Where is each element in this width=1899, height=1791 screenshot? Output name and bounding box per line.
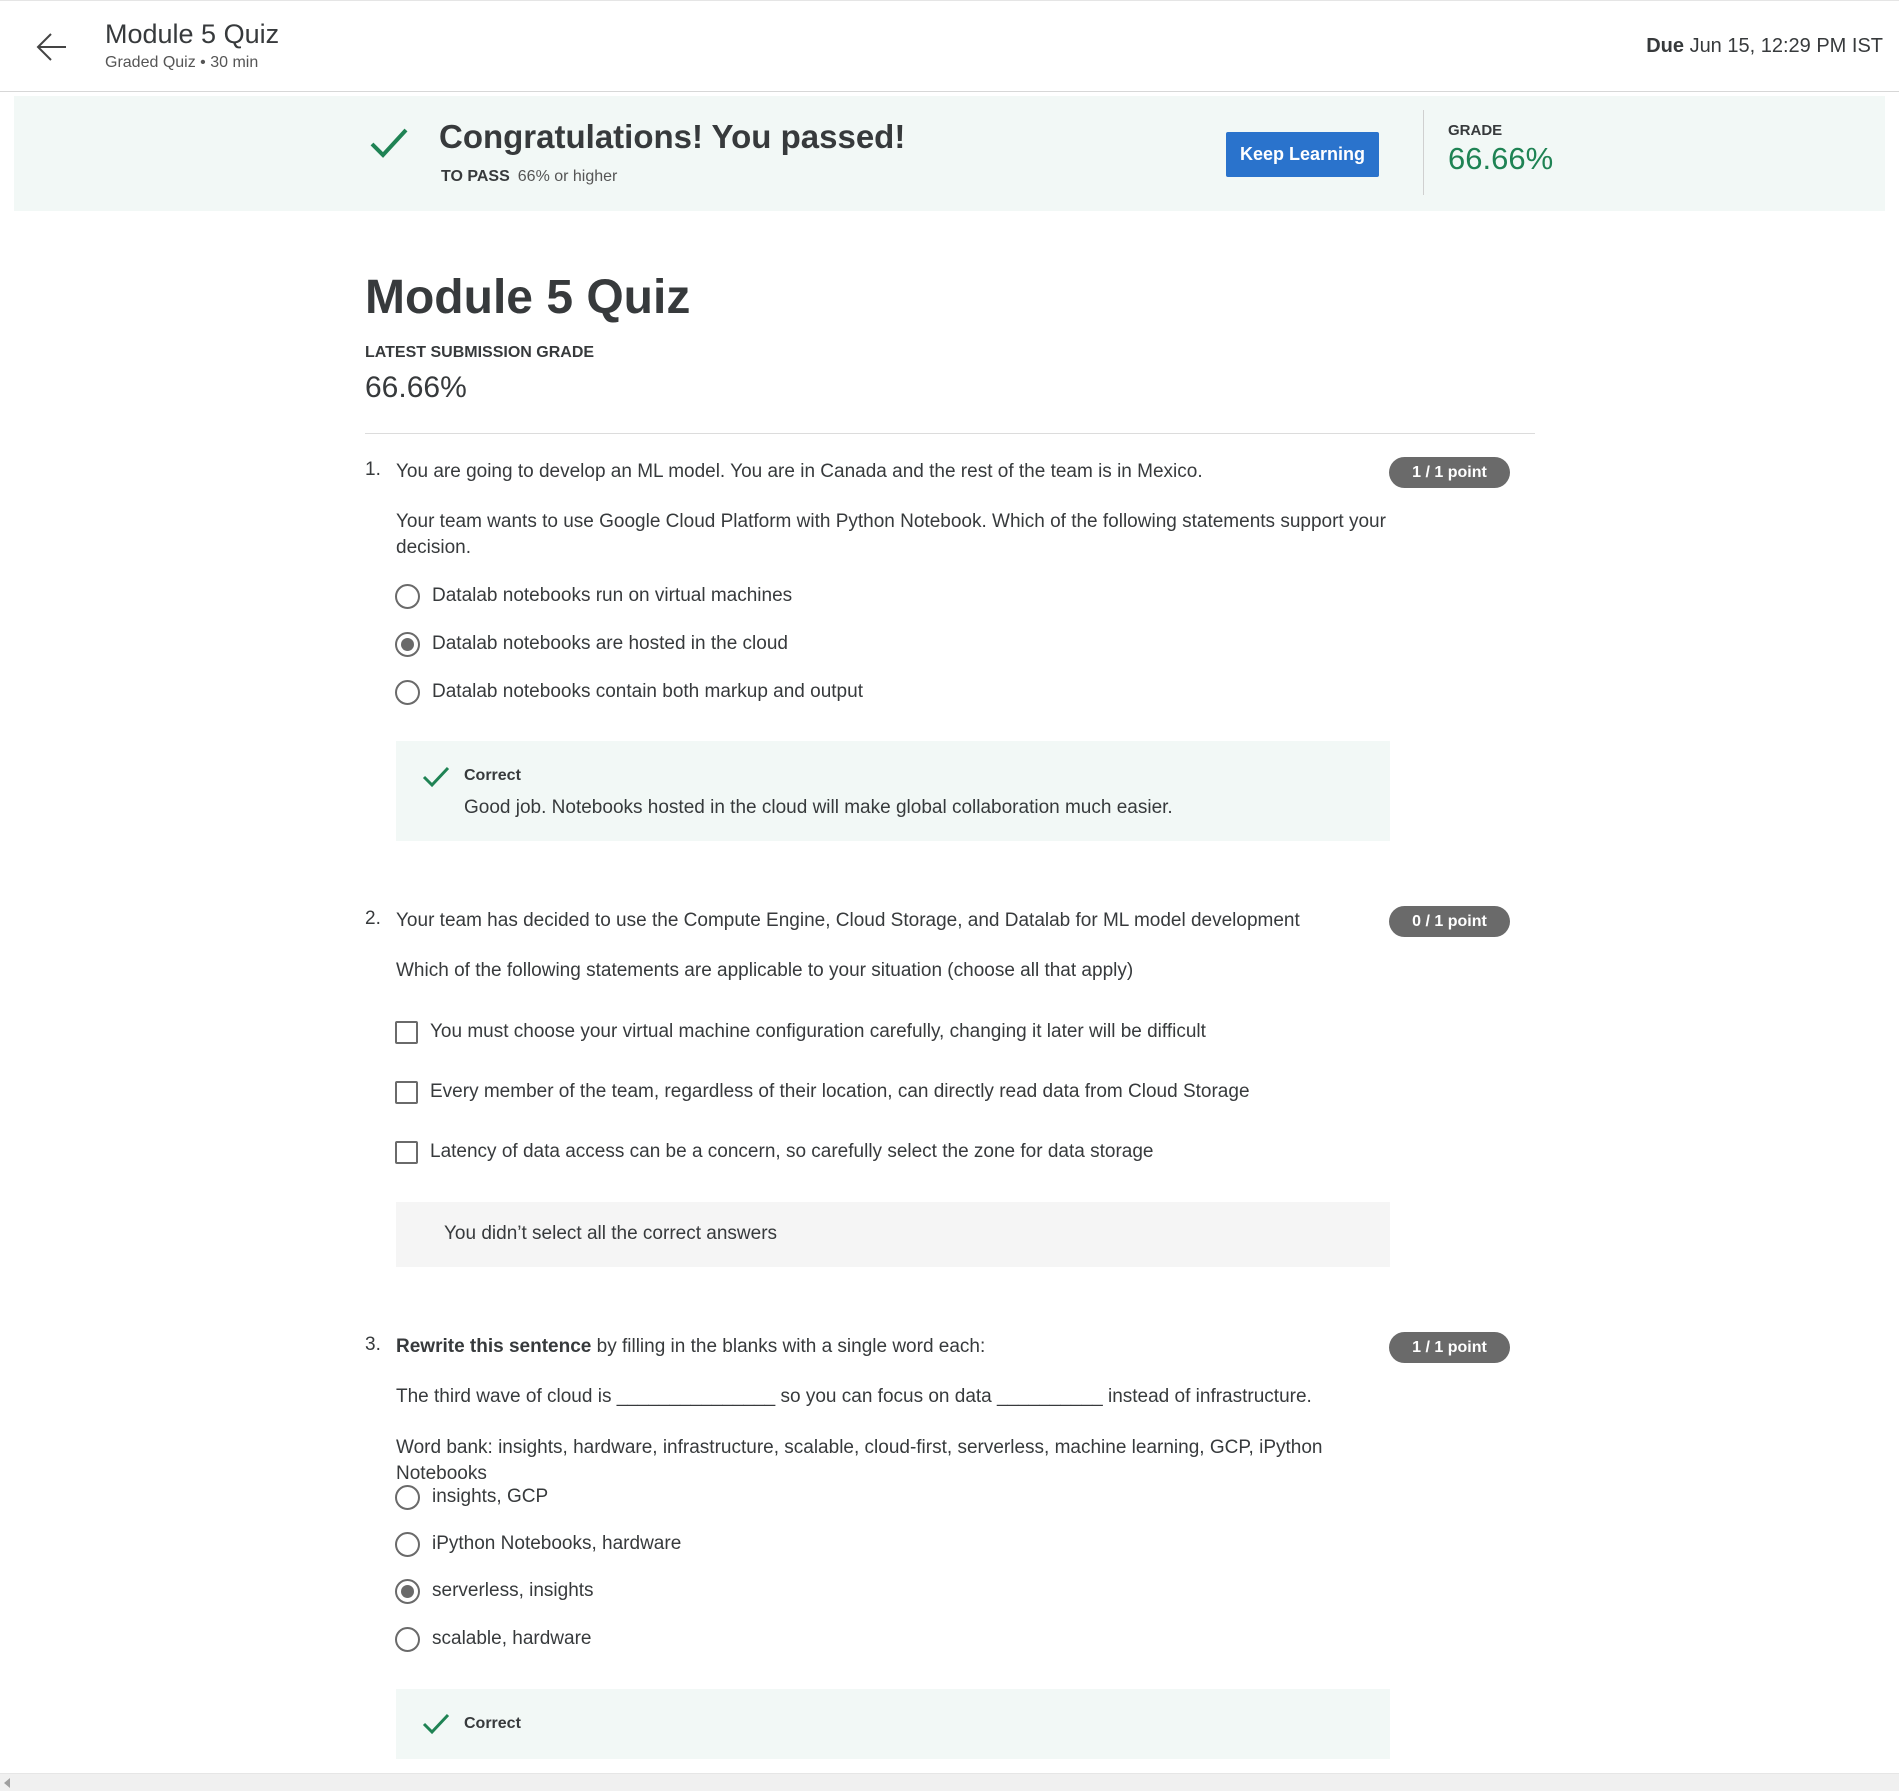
option-label: serverless, insights (432, 1580, 594, 1601)
question-text-rest: by filling in the blanks with a single w… (591, 1336, 986, 1357)
points-badge: 1 / 1 point (1389, 457, 1510, 488)
question-text: You are going to develop an ML model. Yo… (396, 461, 1203, 482)
answer-option[interactable]: Datalab notebooks run on virtual machine… (395, 582, 792, 610)
feedback-text: You didn’t select all the correct answer… (444, 1223, 778, 1244)
radio-button[interactable] (395, 1484, 420, 1510)
checkmark-icon (422, 766, 450, 788)
question-text: Rewrite this sentence by filling in the … (396, 1334, 1386, 1360)
feedback-correct: Correct (396, 1689, 1390, 1759)
keep-learning-button[interactable]: Keep Learning (1226, 132, 1379, 177)
option-label: Latency of data access can be a concern,… (430, 1141, 1154, 1162)
question-sentence: The third wave of cloud is _____________… (396, 1386, 1312, 1407)
due-value: Jun 15, 12:29 PM IST (1689, 35, 1883, 57)
option-label: Datalab notebooks are hosted in the clou… (432, 633, 788, 654)
question-number: 3. (365, 1334, 381, 1355)
feedback-text: Good job. Notebooks hosted in the cloud … (464, 797, 1173, 818)
option-label: insights, GCP (432, 1486, 549, 1507)
answer-option[interactable]: iPython Notebooks, hardware (395, 1530, 681, 1558)
horizontal-scrollbar[interactable] (0, 1773, 1899, 1791)
answer-option[interactable]: You must choose your virtual machine con… (395, 1018, 1206, 1046)
latest-grade-value: 66.66% (365, 371, 467, 404)
radio-button-selected[interactable] (395, 1578, 420, 1604)
top-bar: Module 5 Quiz Graded Quiz • 30 min Due J… (0, 0, 1899, 92)
option-label: iPython Notebooks, hardware (432, 1533, 682, 1554)
answer-option[interactable]: Datalab notebooks are hosted in the clou… (395, 630, 788, 658)
checkmark-icon (422, 1713, 450, 1735)
quiz-subtitle: Graded Quiz • 30 min (105, 54, 259, 71)
answer-option[interactable]: scalable, hardware (395, 1625, 591, 1653)
answer-option[interactable]: Latency of data access can be a concern,… (395, 1138, 1153, 1166)
checkmark-icon (370, 128, 408, 158)
option-label: Datalab notebooks run on virtual machine… (432, 585, 793, 606)
feedback-status: Correct (464, 1715, 521, 1732)
radio-button[interactable] (395, 1531, 420, 1557)
option-label: You must choose your virtual machine con… (430, 1021, 1206, 1042)
banner-divider (1423, 110, 1424, 195)
answer-option[interactable]: serverless, insights (395, 1577, 594, 1605)
question-text-bold: Rewrite this sentence (396, 1336, 592, 1357)
radio-button[interactable] (395, 1626, 420, 1652)
points-badge: 1 / 1 point (1389, 1332, 1510, 1363)
question-number: 2. (365, 908, 381, 929)
answer-option[interactable]: insights, GCP (395, 1483, 548, 1511)
scroll-left-icon[interactable] (4, 1778, 10, 1788)
due-label: Due (1646, 35, 1684, 57)
feedback-correct: Correct Good job. Notebooks hosted in th… (396, 741, 1390, 841)
answer-option[interactable]: Every member of the team, regardless of … (395, 1078, 1250, 1106)
question-number: 1. (365, 459, 381, 480)
option-label: scalable, hardware (432, 1628, 592, 1649)
feedback-incorrect: You didn’t select all the correct answer… (396, 1202, 1390, 1267)
quiz-title: Module 5 Quiz (105, 19, 280, 49)
to-pass-label: TO PASS (441, 168, 510, 185)
question-text: Your team has decided to use the Compute… (396, 910, 1300, 931)
checkbox[interactable] (395, 1140, 418, 1164)
page-title: Module 5 Quiz (365, 271, 691, 324)
to-pass-value: 66% or higher (517, 168, 618, 185)
divider (365, 433, 1535, 434)
grade-value: 66.66% (1448, 141, 1554, 176)
question-text-secondary: Your team wants to use Google Cloud Plat… (396, 511, 1386, 558)
back-arrow-icon (36, 33, 66, 61)
word-bank: Word bank: insights, hardware, infrastru… (396, 1437, 1323, 1484)
checkbox[interactable] (395, 1020, 418, 1044)
back-button[interactable] (34, 29, 70, 65)
option-label: Every member of the team, regardless of … (430, 1081, 1250, 1102)
pass-banner: Congratulations! You passed! TO PASS 66% … (14, 96, 1885, 211)
question-text-secondary: Which of the following statements are ap… (396, 960, 1134, 981)
radio-button-selected[interactable] (395, 631, 420, 657)
radio-button[interactable] (395, 583, 420, 609)
radio-button[interactable] (395, 679, 420, 705)
feedback-status: Correct (464, 767, 521, 784)
pass-message: Congratulations! You passed! (439, 118, 906, 155)
to-pass-info: TO PASS 66% or higher (441, 168, 617, 186)
points-badge: 0 / 1 point (1389, 906, 1510, 937)
due-date: Due Jun 15, 12:29 PM IST (1646, 35, 1883, 58)
answer-option[interactable]: Datalab notebooks contain both markup an… (395, 678, 863, 706)
option-label: Datalab notebooks contain both markup an… (432, 681, 863, 702)
latest-grade-label: LATEST SUBMISSION GRADE (365, 344, 595, 361)
checkbox[interactable] (395, 1080, 418, 1104)
grade-label: GRADE (1448, 122, 1503, 139)
